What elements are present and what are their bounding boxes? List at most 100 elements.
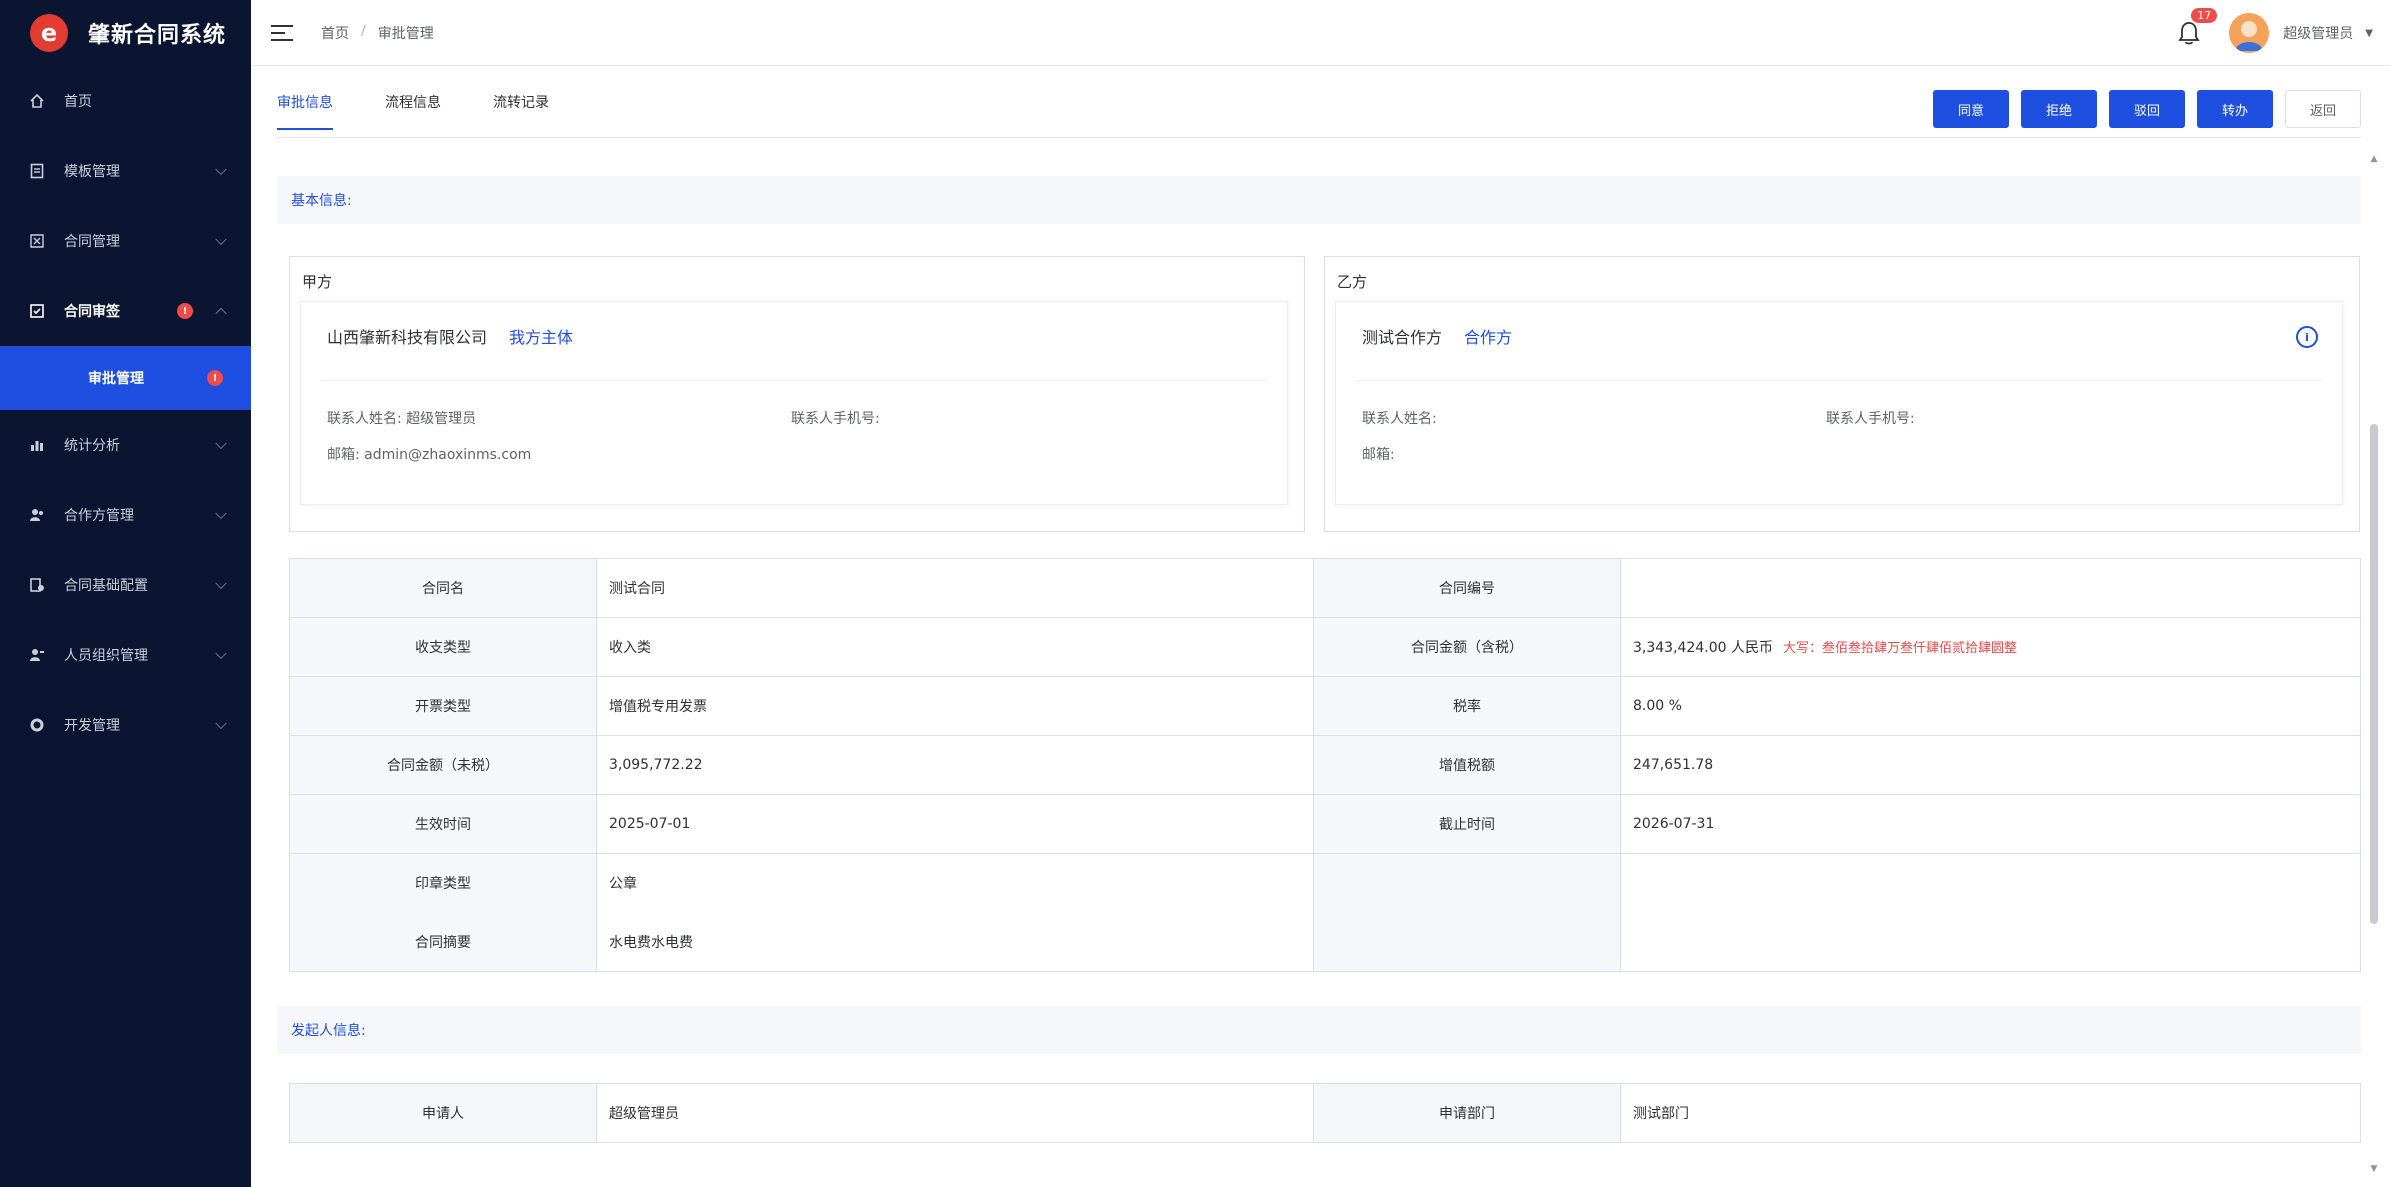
- return-button[interactable]: 返回: [2285, 90, 2361, 128]
- transfer-button[interactable]: 转办: [2197, 90, 2273, 128]
- breadcrumb-home[interactable]: 首页: [321, 23, 349, 43]
- sidebar-item-label: 开发管理: [64, 718, 120, 734]
- breadcrumb-current: 审批管理: [377, 25, 434, 42]
- chevron-up-icon: [215, 307, 227, 320]
- chevron-down-icon: [215, 717, 227, 730]
- cell-label: 截止时间: [1313, 794, 1621, 854]
- sidebar-item-dev[interactable]: 开发管理: [0, 690, 251, 760]
- sidebar-item-label: 合作方管理: [64, 508, 134, 524]
- chevron-down-icon: [215, 437, 227, 450]
- party-a-contact-phone: 联系人手机号:: [791, 408, 880, 428]
- cell-value: 8.00 %: [1620, 676, 2361, 736]
- sidebar-item-label: 合同管理: [64, 234, 120, 250]
- sidebar-item-approval[interactable]: 审批管理 !: [0, 346, 251, 410]
- chart-icon: [28, 436, 46, 454]
- party-b-tag: 合作方: [1464, 328, 1513, 347]
- caret-down-icon[interactable]: ▼: [2365, 28, 2373, 39]
- org-icon: [28, 646, 46, 664]
- amount-in-words: 大写：叁佰叁拾肆万叁仟肆佰贰拾肆圆整: [1782, 641, 2017, 656]
- tab-flow-records[interactable]: 流转记录: [493, 68, 549, 136]
- contact-phone-label: 联系人手机号:: [1826, 411, 1915, 427]
- party-a-title: 甲方: [302, 273, 333, 291]
- send-back-button[interactable]: 驳回: [2109, 90, 2185, 128]
- app-logo[interactable]: e 肇新合同系统: [0, 0, 251, 66]
- contract-detail-table: 合同名 测试合同 合同编号 收支类型 收入类 合同金额（含税） 3,343,42…: [289, 558, 2361, 972]
- cell-label: 税率: [1313, 676, 1621, 736]
- scrollbar-thumb[interactable]: [2370, 424, 2378, 924]
- card-divider: [1356, 380, 2322, 381]
- sidebar-item-label: 审批管理: [88, 371, 144, 387]
- party-a-company: 山西肇新科技有限公司: [327, 328, 488, 347]
- sidebar-item-label: 人员组织管理: [64, 648, 148, 664]
- notification-bell-icon[interactable]: 17: [2177, 8, 2218, 46]
- cell-value: [1620, 558, 2361, 618]
- tab-bar: 审批信息 流程信息 流转记录: [277, 66, 549, 138]
- vertical-scrollbar[interactable]: ▲ ▼: [2369, 154, 2379, 1174]
- email-label: 邮箱:: [327, 447, 360, 463]
- initiator-info-header: 发起人信息:: [277, 1006, 2361, 1054]
- cell-value: 增值税专用发票: [596, 676, 1314, 736]
- cell-value: 水电费水电费: [596, 912, 1314, 972]
- table-row: 合同名 测试合同 合同编号: [289, 558, 2361, 618]
- party-b-panel: 乙方 测试合作方 合作方 i 联系人姓名: 联系人手机号: 邮箱:: [1324, 256, 2360, 532]
- cell-label: 合同编号: [1313, 558, 1621, 618]
- party-a-card: 山西肇新科技有限公司 我方主体 联系人姓名: 超级管理员 联系人手机号: 邮箱:…: [300, 301, 1288, 505]
- app-title: 肇新合同系统: [88, 23, 227, 48]
- scroll-up-icon[interactable]: ▲: [2369, 154, 2379, 164]
- cell-label: 收支类型: [289, 617, 597, 677]
- sidebar-item-partners[interactable]: 合作方管理: [0, 480, 251, 550]
- partner-icon: [28, 506, 46, 524]
- table-row: 开票类型 增值税专用发票 税率 8.00 %: [289, 676, 2361, 736]
- cell-value: 2025-07-01: [596, 794, 1314, 854]
- username[interactable]: 超级管理员: [2283, 23, 2353, 43]
- initiator-table: 申请人 超级管理员 申请部门 测试部门: [289, 1083, 2361, 1143]
- sidebar-item-statistics[interactable]: 统计分析: [0, 410, 251, 480]
- cell-label: 申请部门: [1313, 1083, 1621, 1143]
- sidebar-item-contract-config[interactable]: 合同基础配置: [0, 550, 251, 620]
- chevron-down-icon: [215, 577, 227, 590]
- reject-button[interactable]: 拒绝: [2021, 90, 2097, 128]
- sidebar-item-label: 首页: [64, 94, 92, 110]
- breadcrumb: 首页 / 审批管理: [321, 23, 434, 43]
- sidebar-item-label: 合同基础配置: [64, 578, 148, 594]
- tab-approval-info[interactable]: 审批信息: [277, 68, 333, 136]
- chevron-down-icon: [215, 163, 227, 176]
- sign-icon: [28, 302, 46, 320]
- cell-label: 合同名: [289, 558, 597, 618]
- chevron-down-icon: [215, 233, 227, 246]
- cell-value: 公章: [596, 853, 1314, 913]
- sidebar-item-home[interactable]: 首页: [0, 66, 251, 136]
- contract-amount: 3,343,424.00 人民币: [1633, 640, 1773, 656]
- email-value: admin@zhaoxinms.com: [364, 447, 532, 463]
- party-a-panel: 甲方 山西肇新科技有限公司 我方主体 联系人姓名: 超级管理员 联系人手机号: …: [289, 256, 1305, 532]
- cell-label: 增值税额: [1313, 735, 1621, 795]
- tab-process-info[interactable]: 流程信息: [385, 68, 441, 136]
- contact-phone-label: 联系人手机号:: [791, 411, 880, 427]
- email-label: 邮箱:: [1362, 447, 1395, 463]
- table-row: 合同金额（未税） 3,095,772.22 增值税额 247,651.78: [289, 735, 2361, 795]
- contract-icon: [28, 232, 46, 250]
- cell-label: 合同金额（含税）: [1313, 617, 1621, 677]
- scroll-down-icon[interactable]: ▼: [2369, 1164, 2379, 1174]
- cell-label: 申请人: [289, 1083, 597, 1143]
- cell-value: 测试部门: [1620, 1083, 2361, 1143]
- party-b-card: 测试合作方 合作方 i 联系人姓名: 联系人手机号: 邮箱:: [1335, 301, 2343, 505]
- info-icon[interactable]: i: [2296, 326, 2318, 348]
- cell-value: 3,343,424.00 人民币 大写：叁佰叁拾肆万叁仟肆佰贰拾肆圆整: [1620, 617, 2361, 677]
- sidebar-item-org[interactable]: 人员组织管理: [0, 620, 251, 690]
- sidebar-item-contract-signing[interactable]: 合同审签 !: [0, 276, 251, 346]
- avatar[interactable]: [2229, 13, 2270, 53]
- sidebar-item-contracts[interactable]: 合同管理: [0, 206, 251, 276]
- sidebar-item-label: 合同审签: [64, 304, 120, 320]
- table-row: 生效时间 2025-07-01 截止时间 2026-07-31: [289, 794, 2361, 854]
- notification-badge: 17: [2191, 8, 2218, 23]
- party-b-title: 乙方: [1337, 273, 1368, 291]
- cell-label: 开票类型: [289, 676, 597, 736]
- cell-value-empty: [1620, 853, 2361, 972]
- action-toolbar: 同意 拒绝 驳回 转办 返回: [1933, 90, 2361, 128]
- menu-toggle-icon[interactable]: [271, 24, 293, 41]
- basic-info-header: 基本信息:: [277, 176, 2361, 224]
- table-row: 收支类型 收入类 合同金额（含税） 3,343,424.00 人民币 大写：叁佰叁…: [289, 617, 2361, 677]
- agree-button[interactable]: 同意: [1933, 90, 2009, 128]
- sidebar-item-templates[interactable]: 模板管理: [0, 136, 251, 206]
